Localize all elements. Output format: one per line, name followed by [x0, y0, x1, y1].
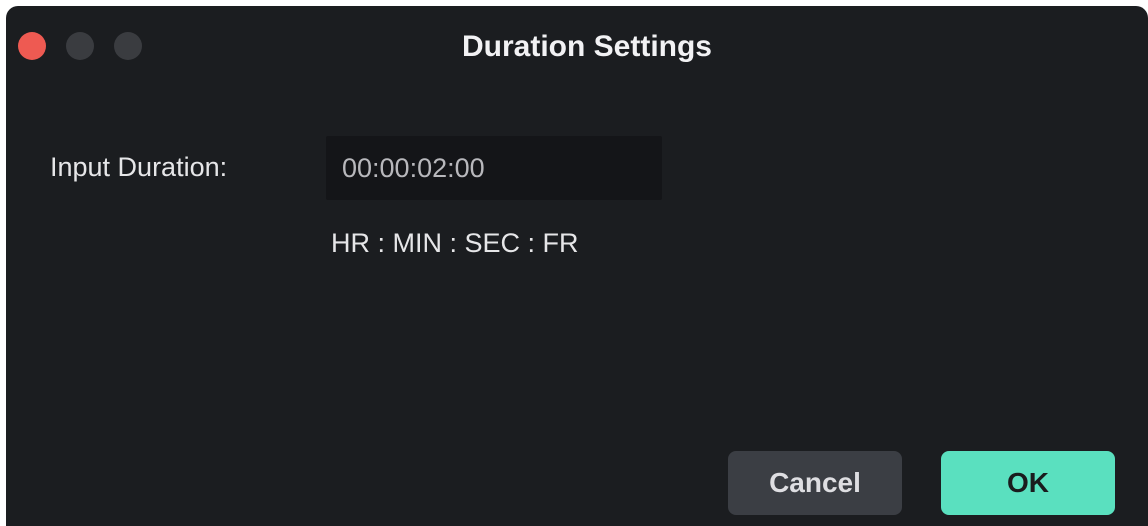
- duration-settings-dialog: Duration Settings Input Duration: HR : M…: [6, 6, 1148, 526]
- dialog-title: Duration Settings: [461, 30, 712, 63]
- duration-format-hint: HR : MIN : SEC : FR: [331, 228, 579, 258]
- title-bar: Duration Settings: [6, 6, 1148, 86]
- ok-button[interactable]: OK: [941, 451, 1115, 515]
- input-duration-label: Input Duration:: [50, 152, 228, 182]
- duration-input[interactable]: [326, 136, 662, 200]
- cancel-button[interactable]: Cancel: [728, 451, 902, 515]
